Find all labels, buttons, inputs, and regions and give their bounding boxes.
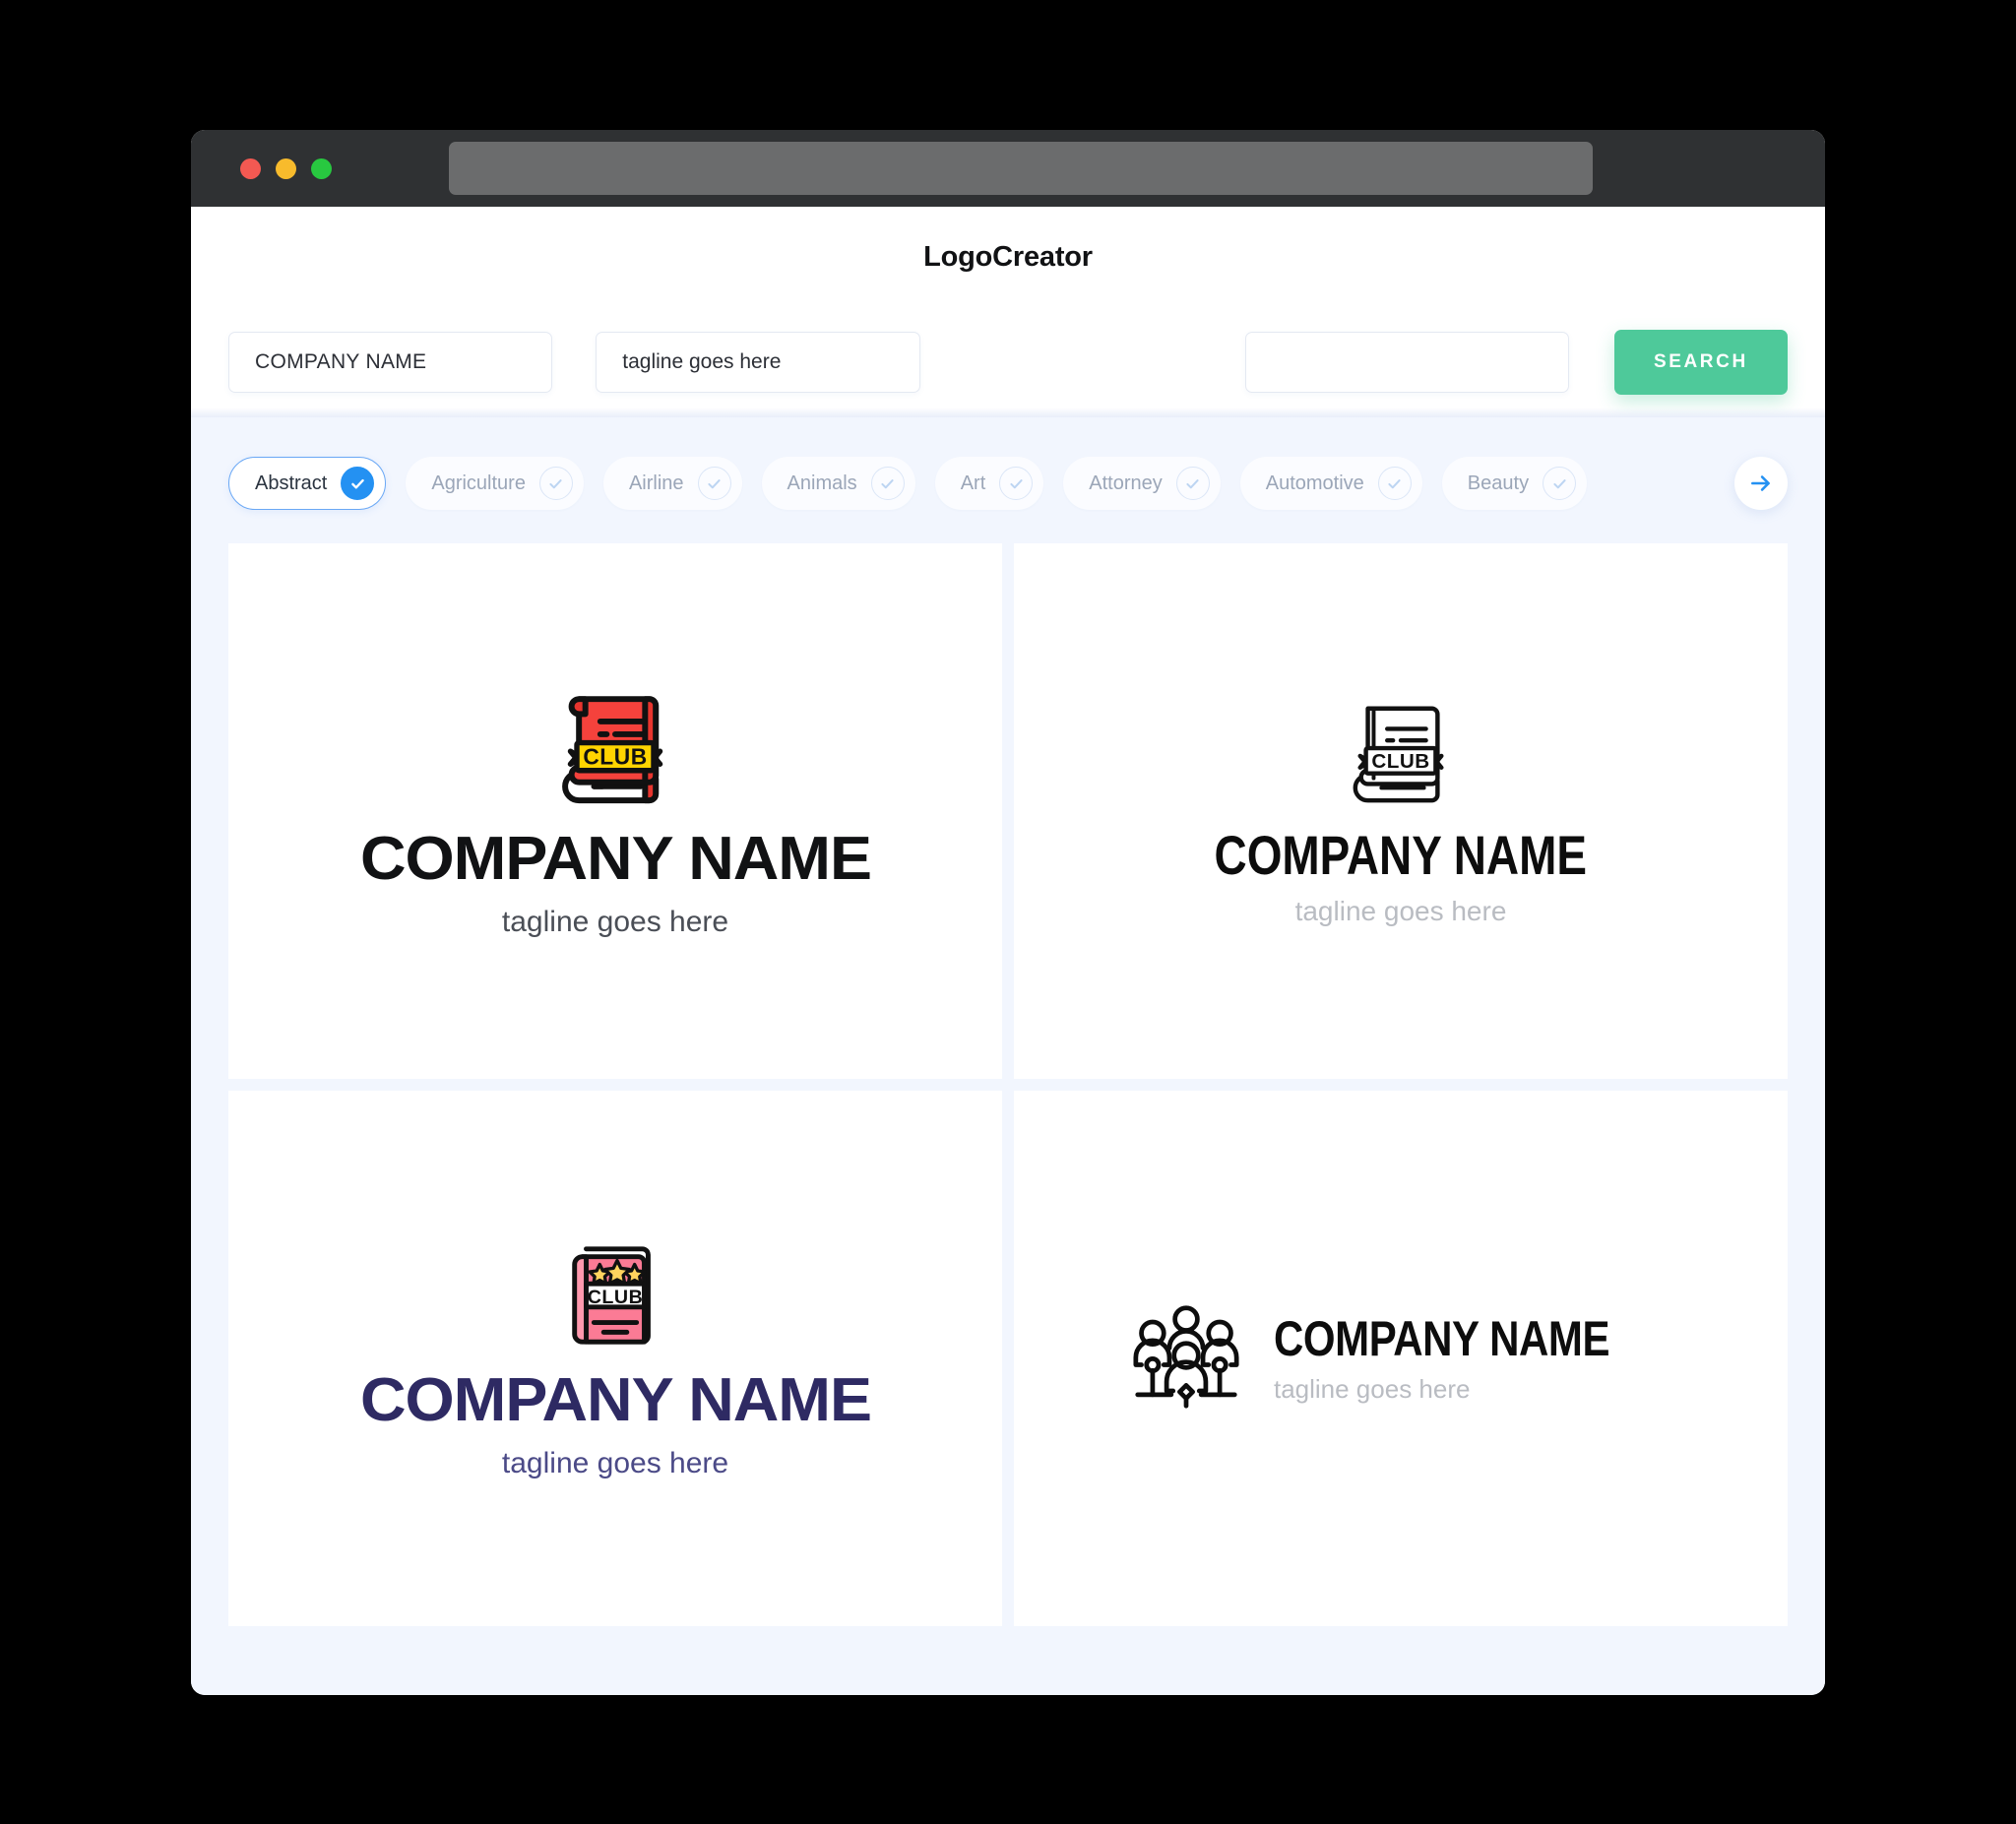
- club-book-ribbon-outline-icon: CLUB: [1343, 695, 1459, 816]
- category-chip-art[interactable]: Art: [934, 457, 1044, 510]
- check-icon: [1543, 467, 1577, 500]
- search-button[interactable]: SEARCH: [1613, 330, 1788, 395]
- category-chip-attorney[interactable]: Attorney: [1063, 457, 1221, 510]
- category-chip-abstract[interactable]: Abstract: [228, 457, 387, 510]
- category-filter-bar: Abstract Agriculture Airline Animals Art…: [191, 417, 1825, 543]
- check-icon: [999, 467, 1034, 500]
- logo-text-block: COMPANY NAME tagline goes here: [1173, 828, 1628, 927]
- logo-tagline: tagline goes here: [1273, 1373, 1471, 1404]
- club-book-ribbon-color-icon: CLUB: [551, 684, 679, 817]
- logo-text-block: COMPANY NAME tagline goes here: [1274, 1314, 1673, 1404]
- check-icon: [1175, 467, 1210, 500]
- logo-text-block: COMPANY NAME tagline goes here: [360, 829, 872, 939]
- logo-company-name: COMPANY NAME: [359, 825, 872, 893]
- tagline-input[interactable]: tagline goes here: [596, 332, 920, 393]
- logo-card[interactable]: CLUB COMPANY NAME tagline goes here: [1014, 543, 1788, 1079]
- category-chip-label: Automotive: [1265, 472, 1364, 494]
- zoom-window-button[interactable]: [311, 157, 332, 179]
- logo-card[interactable]: CLUB COMPANY NAME tagline goes here: [228, 543, 1002, 1079]
- logo-results-grid: CLUB COMPANY NAME tagline goes here CLUB…: [191, 543, 1825, 1626]
- logo-badge-text: CLUB: [583, 743, 647, 769]
- logo-text-block: COMPANY NAME tagline goes here: [360, 1370, 872, 1480]
- company-name-input[interactable]: COMPANY NAME: [228, 332, 553, 393]
- search-toolbar: COMPANY NAME tagline goes here SEARCH: [191, 307, 1825, 417]
- results-area: Abstract Agriculture Airline Animals Art…: [191, 417, 1825, 1695]
- logo-company-name: COMPANY NAME: [1273, 1310, 1610, 1366]
- check-icon: [870, 467, 905, 500]
- category-chip-airline[interactable]: Airline: [602, 457, 742, 510]
- people-group-outline-icon: [1128, 1303, 1244, 1415]
- logo-card[interactable]: COMPANY NAME tagline goes here: [1014, 1091, 1788, 1626]
- category-chip-animals[interactable]: Animals: [761, 457, 915, 510]
- close-window-button[interactable]: [240, 157, 261, 179]
- category-chip-label: Animals: [787, 472, 857, 494]
- category-chip-label: Airline: [628, 472, 684, 494]
- category-chip-label: Agriculture: [431, 472, 526, 494]
- category-chip-agriculture[interactable]: Agriculture: [406, 457, 584, 510]
- tagline-value: tagline goes here: [622, 350, 782, 373]
- page-title: LogoCreator: [923, 240, 1093, 273]
- screenshot-stage: LogoCreator COMPANY NAME tagline goes he…: [0, 0, 2016, 1824]
- categories-next-button[interactable]: [1734, 457, 1788, 510]
- check-icon: [538, 467, 573, 500]
- club-book-stars-pink-icon: CLUB: [557, 1237, 673, 1358]
- traffic-light-controls: [240, 157, 332, 179]
- logo-badge-text: CLUB: [1371, 750, 1429, 773]
- app-header: LogoCreator: [191, 207, 1825, 307]
- logo-badge-text: CLUB: [588, 1287, 644, 1308]
- category-chip-label: Abstract: [255, 472, 328, 494]
- check-icon: [341, 467, 375, 500]
- logo-card[interactable]: CLUB COMPANY NAME tagline goes here: [228, 1091, 1002, 1626]
- address-bar[interactable]: [449, 142, 1593, 195]
- minimize-window-button[interactable]: [276, 157, 296, 179]
- category-chip-label: Art: [960, 472, 986, 494]
- logo-tagline: tagline goes here: [1294, 896, 1507, 927]
- arrow-right-icon: [1751, 475, 1770, 491]
- logo-tagline: tagline goes here: [501, 906, 729, 938]
- category-chip-beauty[interactable]: Beauty: [1441, 457, 1588, 510]
- browser-window: LogoCreator COMPANY NAME tagline goes he…: [191, 130, 1825, 1695]
- keyword-input[interactable]: [1244, 332, 1569, 393]
- category-chip-automotive[interactable]: Automotive: [1239, 457, 1422, 510]
- company-name-value: COMPANY NAME: [255, 350, 427, 373]
- browser-titlebar: [191, 130, 1825, 207]
- search-button-label: SEARCH: [1653, 351, 1748, 372]
- check-icon: [697, 467, 731, 500]
- check-icon: [1377, 467, 1412, 500]
- category-chip-label: Beauty: [1467, 472, 1530, 494]
- category-chip-label: Attorney: [1089, 472, 1163, 494]
- logo-tagline: tagline goes here: [501, 1447, 729, 1479]
- logo-company-name: COMPANY NAME: [359, 1366, 872, 1434]
- logo-company-name: COMPANY NAME: [1214, 824, 1588, 887]
